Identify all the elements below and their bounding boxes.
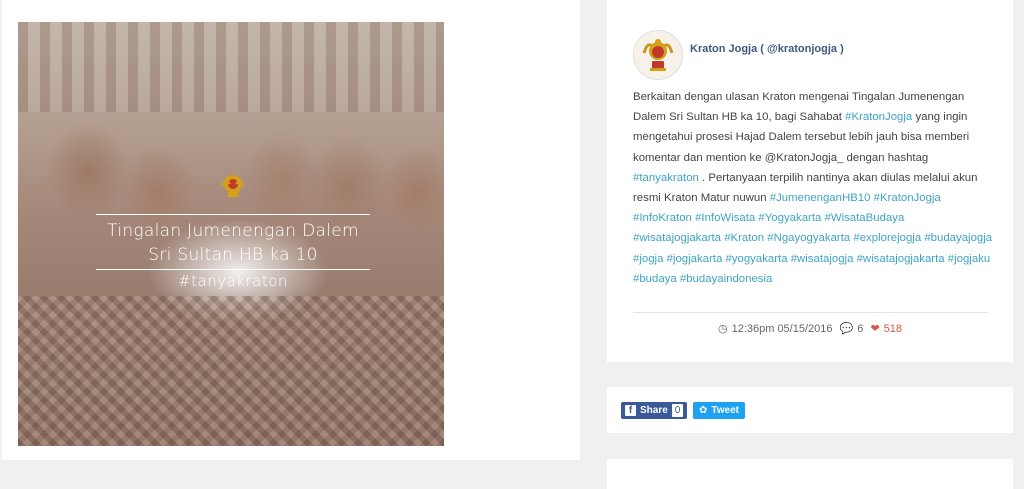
- clock-icon: ◷: [717, 323, 728, 335]
- kraton-crest-icon: [634, 31, 682, 79]
- post-photo[interactable]: Tingalan Jumenengan Dalem Sri Sultan HB …: [18, 22, 444, 446]
- hashtag-link[interactable]: #jogjaku: [948, 253, 990, 265]
- photo-text-overlay: Tingalan Jumenengan Dalem Sri Sultan HB …: [93, 172, 373, 290]
- post-meta: ◷ 12:36pm 05/15/2016 💬 6 ❤ 518: [607, 322, 1013, 335]
- overlay-title: Tingalan Jumenengan Dalem Sri Sultan HB …: [107, 221, 359, 265]
- hashtag-link[interactable]: #jogja: [633, 253, 663, 265]
- post-image-card: Tingalan Jumenengan Dalem Sri Sultan HB …: [2, 0, 580, 460]
- hashtag-link[interactable]: #wisatajogjakarta: [857, 253, 945, 265]
- twitter-icon: ✿: [699, 405, 708, 416]
- post-caption: Berkaitan dengan ulasan Kraton mengenai …: [633, 91, 993, 285]
- hashtag-link[interactable]: #KratonJogja: [845, 111, 912, 123]
- comment-count[interactable]: 6: [857, 323, 863, 335]
- like-count[interactable]: 518: [884, 323, 902, 335]
- hashtag-link[interactable]: #InfoKraton: [633, 212, 692, 224]
- hashtag-link[interactable]: #Kraton: [724, 232, 764, 244]
- hashtag-link[interactable]: #budayajogja: [924, 232, 992, 244]
- hashtag-link[interactable]: #tanyakraton: [633, 172, 699, 184]
- caption-divider: [633, 312, 988, 313]
- next-card: [607, 459, 1013, 489]
- hashtag-link[interactable]: #budaya: [633, 273, 677, 285]
- hashtag-link[interactable]: #WisataBudaya: [825, 212, 905, 224]
- hashtag-link[interactable]: #explorejogja: [853, 232, 921, 244]
- username[interactable]: Kraton Jogja ( @kratonjogja ): [690, 43, 844, 55]
- facebook-icon: f: [625, 405, 636, 416]
- avatar[interactable]: [633, 30, 683, 80]
- kraton-crest-icon: [221, 175, 245, 197]
- post-time: 12:36pm 05/15/2016: [731, 323, 833, 335]
- hashtag-link[interactable]: #Ngayogyakarta: [767, 232, 850, 244]
- overlay-hashtag: #tanyakraton: [178, 272, 288, 290]
- overlay-bottom-rule: [96, 269, 370, 270]
- facebook-share-count: 0: [671, 404, 684, 417]
- hashtag-link[interactable]: #wisatajogja: [791, 253, 854, 265]
- hashtag-link[interactable]: #InfoWisata: [695, 212, 755, 224]
- hashtag-link[interactable]: #Yogyakarta: [758, 212, 821, 224]
- facebook-share-button[interactable]: f Share 0: [621, 402, 688, 419]
- share-card: f Share 0 ✿ Tweet: [607, 387, 1013, 433]
- hashtag-link[interactable]: #yogyakarta: [725, 253, 787, 265]
- hashtag-link[interactable]: #jogjakarta: [667, 253, 723, 265]
- heart-icon[interactable]: ❤: [870, 323, 879, 335]
- post-details-card: Kraton Jogja ( @kratonjogja ) Berkaitan …: [607, 0, 1013, 362]
- hashtag-link[interactable]: #wisatajogjakarta: [633, 232, 721, 244]
- hashtag-link[interactable]: #budayaindonesia: [680, 273, 772, 285]
- hashtag-link[interactable]: #KratonJogja: [874, 192, 941, 204]
- hashtag-link[interactable]: #JumenenganHB10: [770, 192, 871, 204]
- comments-icon[interactable]: 💬: [840, 323, 854, 335]
- twitter-tweet-button[interactable]: ✿ Tweet: [693, 402, 745, 419]
